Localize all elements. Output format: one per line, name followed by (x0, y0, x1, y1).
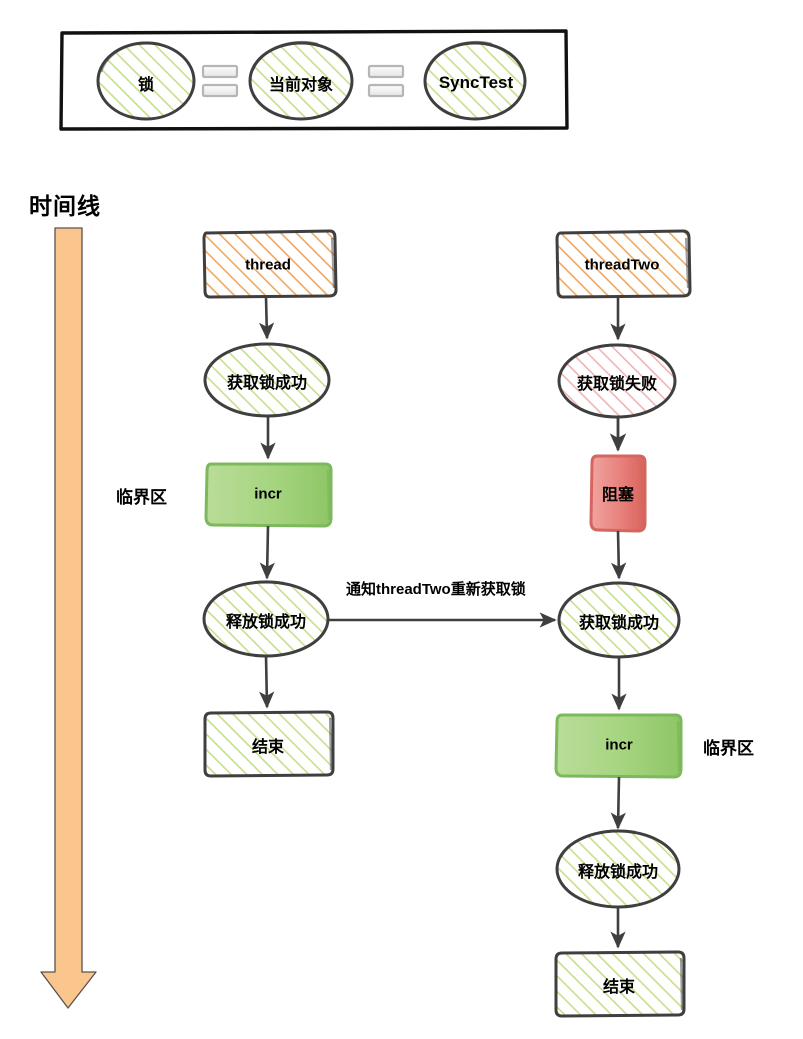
edge-right-incr-to-release (610, 776, 626, 830)
diagram-svg (40, 29, 692, 1018)
timeline-label: 时间线 (29, 193, 101, 219)
node-label-left-end: 结束 (251, 739, 285, 756)
node-label-left-release-lock-success: 释放锁成功 (225, 614, 307, 631)
critical-section-label-right: 临界区 (703, 739, 754, 758)
node-label-right-acquire-lock-fail: 获取锁失败 (576, 376, 658, 393)
legend-label-sync-test: SyncTest (438, 73, 514, 92)
node-label-right-acquire-lock-success: 获取锁成功 (578, 615, 660, 632)
node-label-right-incr: incr (605, 736, 633, 754)
diagram-canvas: 锁 当前对象 SyncTest 时间线 临界区 临界区 通知threadTwo重… (0, 0, 803, 1039)
edge-right-blocked-to-acquire (611, 530, 627, 580)
critical-section-label-left: 临界区 (116, 488, 167, 507)
legend-label-lock: 锁 (137, 77, 155, 94)
node-label-right-blocked: 阻塞 (601, 487, 635, 504)
edge-left-incr-to-release (259, 525, 275, 580)
node-label-right-end: 结束 (602, 979, 636, 996)
node-label-thread-start: thread (245, 256, 291, 274)
edge-left-release-to-end (259, 655, 275, 709)
timeline-arrow (40, 227, 97, 1009)
node-label-left-incr: incr (254, 485, 282, 503)
edge-left-start-to-acquire (258, 296, 275, 340)
node-label-left-acquire-lock-success: 获取锁成功 (226, 375, 308, 392)
node-label-right-release-lock-success: 释放锁成功 (577, 864, 659, 881)
legend-label-current-object: 当前对象 (268, 77, 334, 94)
notify-edge-label: 通知threadTwo重新获取锁 (346, 581, 526, 598)
node-label-threadtwo-start: threadTwo (584, 256, 660, 274)
